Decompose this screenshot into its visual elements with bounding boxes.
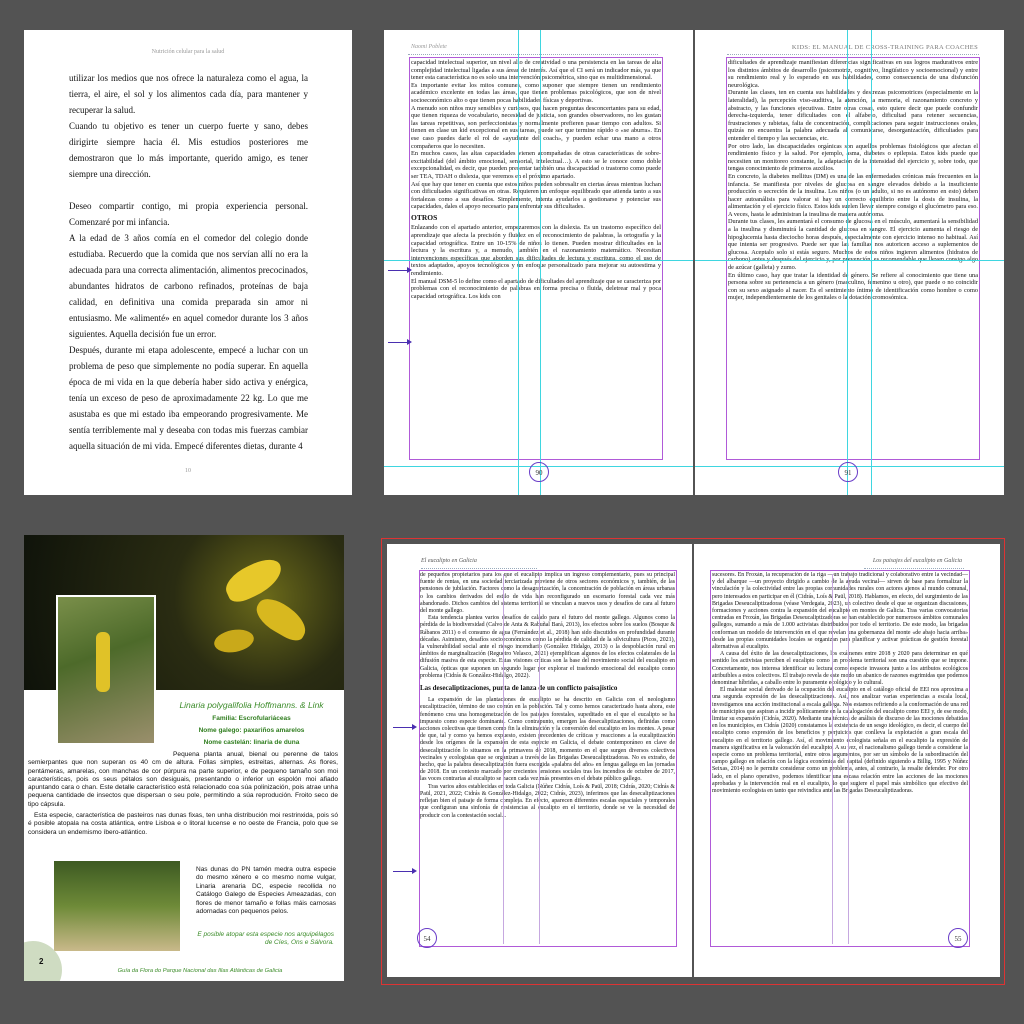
page-number-circle: 55 — [948, 928, 968, 948]
paragraph: Pequena planta anual, bienal ou perenne … — [28, 751, 338, 808]
column-left: capacidad intelectual superior, un nivel… — [411, 59, 661, 458]
page-number-circle: 91 — [838, 462, 858, 482]
spread-eucalipto-right: Los paisajes del eucalipto en Galicia su… — [694, 544, 1000, 977]
paragraph: sucesores. En Froxán, la recuperación de… — [712, 572, 968, 651]
paragraph: dificultades de aprendizaje manifiestan … — [728, 59, 978, 89]
paragraph: utilizar los medios que nos ofrece la na… — [69, 73, 308, 115]
paragraph: Durante tus clases, les aumentará el con… — [728, 218, 978, 272]
running-header-right: Los paisajes del eucalipto en Galicia — [872, 558, 962, 564]
spread-kids-left: Naomi Poblete capacidad intelectual supe… — [384, 30, 693, 495]
flower-icon — [220, 553, 288, 607]
paragraph: A menudo son niños muy sensibles y curio… — [411, 104, 661, 150]
flow-arrow — [388, 267, 412, 273]
paragraph: El manual DSM-5 lo define como el aparta… — [411, 277, 661, 300]
section-heading: Las desecaliptizaciones, punta de lanza … — [420, 684, 618, 693]
galician-name-label: Nome galego: paxariños amarelos — [198, 727, 305, 734]
column-left: de pequeños propietarios para los que el… — [420, 572, 675, 944]
page-nutricion: Nutrición celular para la salud utilizar… — [24, 30, 352, 495]
paragraph: El malestar social derivado de la ocupac… — [712, 687, 968, 795]
paragraph: En concreto, la diabetes mellitus (DM) e… — [728, 172, 978, 218]
body-text: utilizar los medios que nos ofrece la na… — [69, 70, 308, 454]
paragraph: Enlazando con el apartado anterior, empe… — [411, 224, 661, 278]
body-text: Pequena planta anual, bienal ou perenne … — [28, 751, 338, 837]
paragraph: La expansión de las plantaciones de euca… — [420, 697, 675, 783]
paragraph: Por otro lado, las discapacidades orgáni… — [728, 142, 978, 173]
photo-plant — [56, 595, 156, 745]
spread-eucalipto-left: El eucalipto en Galicia de pequeños prop… — [387, 544, 692, 977]
flow-arrow — [393, 724, 417, 730]
paragraph: Esta especie, característica de pasteiro… — [28, 812, 338, 836]
section-heading: OTROS — [411, 212, 438, 222]
spread-kids-right: KIDS: EL MANUAL DE CROSS-TRAINING PARA C… — [695, 30, 1004, 495]
paragraph: En último caso, hay que tratar la identi… — [728, 271, 978, 302]
running-header: Nutrición celular para la salud — [151, 49, 225, 55]
paragraph: Tras varios años establecidas en toda Ga… — [420, 783, 675, 819]
photo-dunes — [54, 861, 180, 951]
page-number-circle: 90 — [529, 462, 549, 482]
page-number: 2 — [39, 957, 44, 966]
photo-caption: É posible atopar esta especie nos arquip… — [197, 931, 334, 946]
paragraph: En muchos casos, las altas capacidades v… — [411, 150, 661, 180]
paragraph: A causa del éxito de las desecaliptizaci… — [712, 651, 968, 687]
paragraph: Durante las clases, ten en cuenta sus ha… — [728, 89, 978, 142]
column-right: dificultades de aprendizaje manifiestan … — [728, 59, 978, 458]
column-right: sucesores. En Froxán, la recuperación de… — [712, 572, 968, 944]
footer: Guía da Flora do Parque Nacional das Ill… — [117, 968, 283, 974]
running-header-left: El eucalipto en Galicia — [421, 558, 477, 564]
paragraph: Cuando tu objetivo es tener un cuerpo fu… — [69, 121, 308, 179]
flow-arrow — [388, 339, 412, 345]
running-header-left: Naomi Poblete — [411, 44, 447, 50]
spanish-name-label: Nome castelán: linaria de duna — [203, 739, 300, 746]
paragraph: capacidad intelectual superior, un nivel… — [411, 59, 661, 82]
paragraph: Después, durante mi etapa adolescente, e… — [69, 345, 308, 451]
page-number-circle: 54 — [417, 928, 437, 948]
species-name: Linaria polygalifolia Hoffmanns. & Link — [179, 700, 324, 710]
flow-arrow — [393, 868, 417, 874]
paragraph: Es importante evitar los mitos comunes, … — [411, 81, 661, 104]
paragraph: A la edad de 3 años comía en el comedor … — [69, 233, 308, 339]
page-flora-guide: Linaria polygalifolia Hoffmanns. & Link … — [24, 535, 344, 981]
running-header-right: KIDS: EL MANUAL DE CROSS-TRAINING PARA C… — [791, 44, 978, 51]
flower-icon — [212, 626, 256, 656]
blank-paragraph — [69, 182, 308, 198]
page-number: 10 — [185, 468, 191, 474]
paragraph: Deseo compartir contigo, mi propia exper… — [69, 201, 308, 227]
paragraph: Así que hay que tener en cuenta que esto… — [411, 180, 661, 211]
paragraph: de pequeños propietarios para los que el… — [420, 572, 675, 615]
flower-icon — [250, 593, 313, 645]
family-label: Familia: Escrofulariáceas — [212, 715, 291, 722]
side-text: Nas dunas do PN tamén medra outra especi… — [196, 866, 336, 916]
paragraph: Esta tendencia plantea varios desafíos d… — [420, 615, 675, 679]
